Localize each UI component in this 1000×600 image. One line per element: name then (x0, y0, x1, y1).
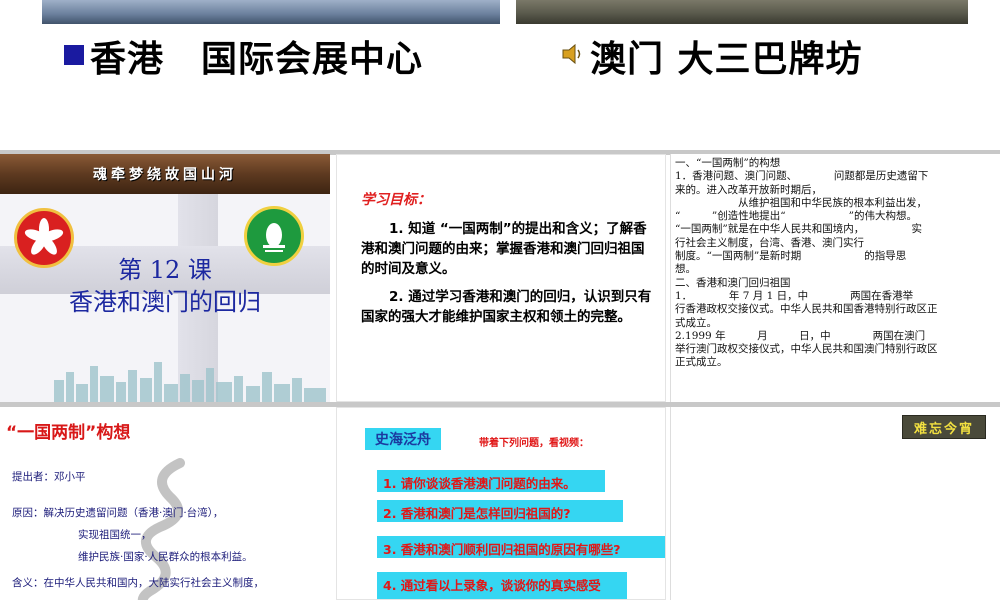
history-tag: 史海泛舟 (365, 428, 441, 450)
lesson-number: 第 12 课 (118, 256, 212, 284)
slide-thumbnail-closing[interactable]: 难忘今宵 (670, 407, 1000, 600)
outline-line: 式成立。 (675, 316, 717, 329)
hk-convention-center-photo (42, 0, 500, 24)
slide-sorter-view: 香港 国际会展中心 澳门 大三巴牌坊 魂牵梦绕故国山河 第 12 课 香港和澳门… (0, 0, 1000, 600)
objective-2: 2. 通过学习香港和澳门的回归，认识到只有国家的强大才能维护国家主权和领土的完整… (361, 289, 652, 325)
macau-ruins-photo (516, 0, 968, 24)
meaning-line: 含义：在中华人民共和国内，大陆实行社会主义制度， (12, 577, 264, 589)
outline-line: 行社会主义制度，台湾、香港、澳门实行 (675, 236, 864, 249)
reason-line: 维护民族·国家·人民群众的根本利益。 (78, 551, 253, 563)
outline-line: 1．香港问题、澳门问题、 问题都是历史遗留下 (675, 170, 929, 183)
speaker-icon[interactable] (560, 41, 586, 67)
slide-thumbnail-questions[interactable]: 史海泛舟 带着下列问题，看视频： 1. 请你谈谈香港澳门问题的由来。 2. 香港… (336, 407, 666, 600)
outline-line: 来的。进入改革开放新时期后， (675, 183, 822, 196)
outline-line: 一、“一国两制”的构想 (675, 157, 781, 169)
slide-thumbnail-title[interactable]: 魂牵梦绕故国山河 第 12 课 香港和澳门的回归 (0, 154, 330, 402)
outline-line: 2.1999 年 月 日，中 两国在澳门 (675, 329, 926, 342)
reason-line: 实现祖国统一， (78, 529, 152, 541)
slide-thumbnail-objectives[interactable]: 学习目标： 1. 知道 “一国两制”的提出和含义；了解香港和澳门问题的由来；掌握… (336, 154, 666, 402)
question-item: 1. 请你谈谈香港澳门问题的由来。 (377, 470, 605, 492)
objective-1: 1. 知道 “一国两制”的提出和含义；了解香港和澳门问题的由来；掌握香港和澳门回… (361, 221, 647, 277)
slide-thumbnail-outline[interactable]: 一、“一国两制”的构想 1．香港问题、澳门问题、 问题都是历史遗留下 来的。进入改革… (670, 154, 1000, 402)
skyline-image (54, 362, 326, 402)
hk-caption: 香港 国际会展中心 (64, 30, 423, 82)
outline-line: “ ”创造性地提出“ ”的伟大构想。 (675, 210, 917, 223)
closing-badge: 难忘今宵 (902, 415, 986, 439)
outline-line: 二、香港和澳门回归祖国 (675, 276, 791, 289)
outline-line: 想。 (675, 263, 696, 276)
outline-line: 行香港政权交接仪式。中华人民共和国香港特别行政区正 (675, 303, 938, 316)
slide-thumbnail-concept[interactable]: “一国两制”构想 提出者：邓小平 原因：解决历史遗留问题（香港·澳门·台湾）， … (0, 407, 330, 600)
square-bullet-icon (64, 45, 84, 65)
question-item: 3. 香港和澳门顺利回归祖国的原因有哪些? (377, 536, 665, 558)
outline-line: 从维护祖国和中华民族的根本利益出发， (675, 196, 927, 209)
question-item: 2. 香港和澳门是怎样回归祖国的? (377, 500, 623, 522)
outline-line: 制度。“一国两制”是新时期 的指导思 (675, 250, 907, 263)
concept-title: “一国两制”构想 (6, 423, 131, 443)
outline-line: 1． 年 7 月 1 日，中 两国在香港举 (675, 289, 914, 302)
reason-line: 原因：解决历史遗留问题（香港·澳门·台湾）， (12, 507, 224, 519)
outline-line: “一国两制”就是在中华人民共和国境内， 实 (675, 223, 922, 236)
title-banner: 魂牵梦绕故国山河 (0, 154, 330, 194)
proposer-line: 提出者：邓小平 (12, 471, 86, 483)
objectives-heading: 学习目标： (361, 192, 431, 208)
outline-line: 正式成立。 (675, 356, 728, 369)
outline-text: 一、“一国两制”的构想 1．香港问题、澳门问题、 问题都是历史遗留下 来的。进入改革… (675, 157, 997, 370)
question-item: 4. 通过看以上录象，谈谈你的真实感受 (377, 572, 627, 599)
outline-line: 举行澳门政权交接仪式，中华人民共和国澳门特别行政区 (675, 343, 938, 356)
lesson-title: 香港和澳门的回归 (69, 288, 261, 316)
video-hint: 带着下列问题，看视频： (479, 438, 589, 449)
mo-caption: 澳门 大三巴牌坊 (560, 30, 863, 82)
